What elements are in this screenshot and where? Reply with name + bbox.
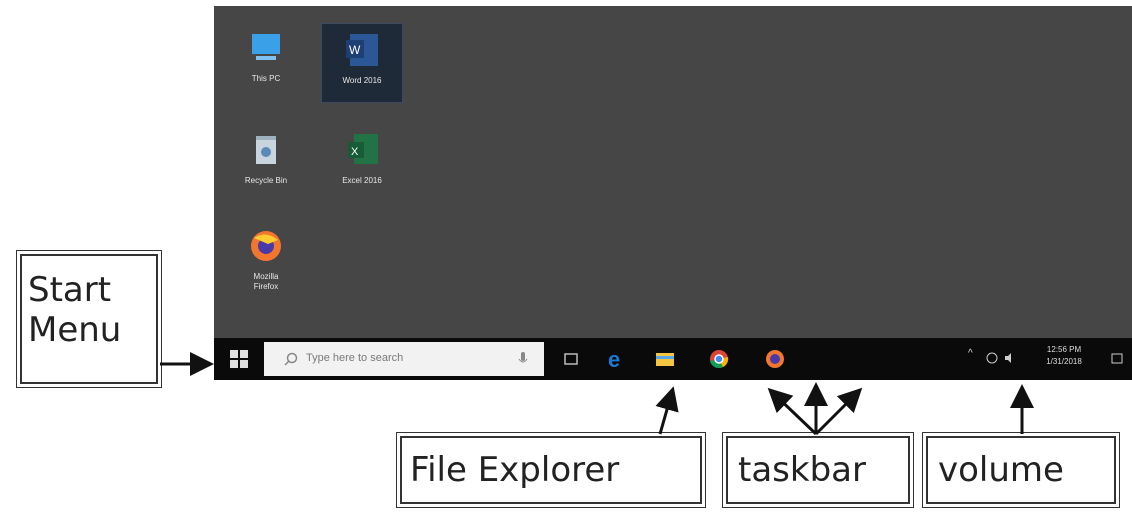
callout-arrows bbox=[160, 352, 1034, 436]
arrow-taskbar-right bbox=[814, 387, 863, 436]
arrow-taskbar-left bbox=[767, 387, 818, 436]
arrow-file-explorer bbox=[655, 386, 679, 435]
